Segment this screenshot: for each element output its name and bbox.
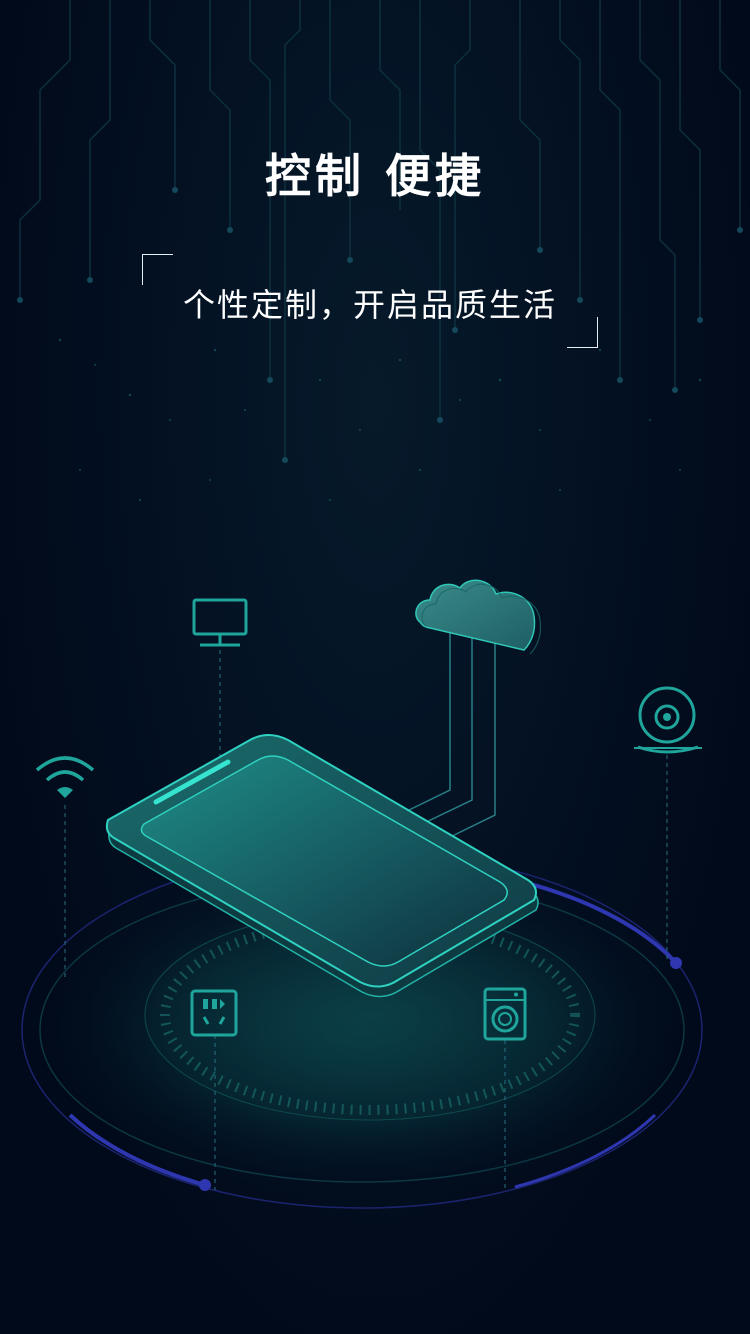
monitor-icon xyxy=(192,598,248,647)
subtitle-frame: 个性定制，开启品质生活 xyxy=(142,254,598,348)
cloud-icon xyxy=(415,579,542,655)
page-title: 控制 便捷 xyxy=(264,149,485,203)
webcam-icon xyxy=(634,686,702,754)
wifi-icon xyxy=(35,756,95,798)
corner-bracket-bottom-right xyxy=(567,317,598,348)
smartphone-icon xyxy=(105,734,539,998)
socket-icon xyxy=(190,989,238,1037)
page-subtitle: 个性定制，开启品质生活 xyxy=(182,286,557,324)
splash-screen: 控制 便捷 个性定制，开启品质生活 xyxy=(0,0,750,1334)
washing-machine-icon xyxy=(483,987,527,1041)
